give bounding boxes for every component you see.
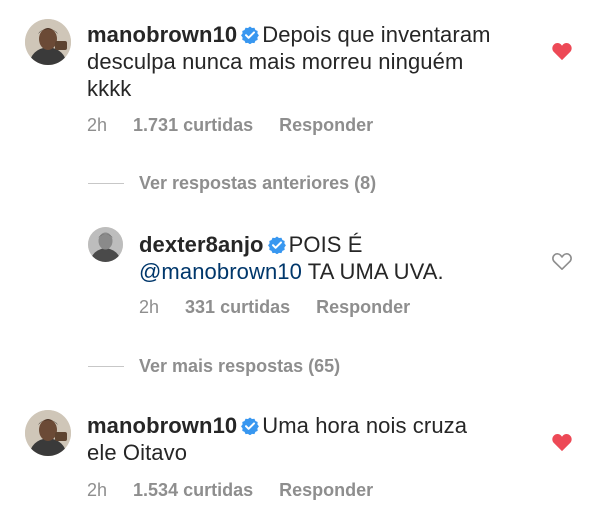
comment-time: 2h bbox=[87, 115, 108, 135]
comment-text-line: Uma hora nois cruza bbox=[262, 413, 468, 438]
likes-count-button[interactable]: 1.731 curtidas bbox=[133, 115, 253, 136]
comment-username[interactable]: manobrown10 bbox=[87, 413, 237, 438]
comment-text-line: Depois que inventaram bbox=[262, 22, 491, 47]
verified-badge-icon bbox=[241, 26, 260, 44]
comment-text-line: kkkk bbox=[87, 76, 132, 101]
comment-meta: 2h 1.731 curtidas Responder bbox=[87, 115, 373, 136]
likes-count-button[interactable]: 1.534 curtidas bbox=[133, 480, 253, 501]
comment-time: 2h bbox=[139, 297, 160, 317]
reply-button[interactable]: Responder bbox=[316, 297, 410, 318]
comment-text-line: POIS É bbox=[288, 232, 363, 257]
comment-text-line: ele Oitavo bbox=[87, 440, 188, 465]
avatar[interactable] bbox=[88, 227, 123, 262]
comment-text-line: TA UMA UVA. bbox=[301, 259, 444, 284]
heart-outline-icon[interactable] bbox=[551, 251, 573, 271]
verified-badge-icon bbox=[267, 236, 286, 254]
heart-filled-icon[interactable] bbox=[551, 432, 573, 452]
thread-divider bbox=[88, 366, 124, 367]
thread-divider bbox=[88, 183, 124, 184]
view-previous-replies-button[interactable]: Ver respostas anteriores (8) bbox=[139, 173, 376, 194]
comment-meta: 2h 331 curtidas Responder bbox=[139, 297, 410, 318]
reply-button[interactable]: Responder bbox=[279, 480, 373, 501]
comment-username[interactable]: manobrown10 bbox=[87, 22, 237, 47]
heart-filled-icon[interactable] bbox=[551, 41, 573, 61]
verified-badge-icon bbox=[241, 417, 260, 435]
comment-text-line: desculpa nunca mais morreu ninguém bbox=[87, 49, 464, 74]
likes-count-button[interactable]: 331 curtidas bbox=[185, 297, 290, 318]
comment-username[interactable]: dexter8anjo bbox=[139, 232, 264, 257]
view-more-replies-button[interactable]: Ver mais respostas (65) bbox=[139, 356, 340, 377]
comment-meta: 2h 1.534 curtidas Responder bbox=[87, 480, 373, 501]
avatar[interactable] bbox=[25, 19, 71, 65]
mention-link[interactable]: @manobrown10 bbox=[139, 259, 302, 284]
comment-time: 2h bbox=[87, 480, 108, 500]
reply-button[interactable]: Responder bbox=[279, 115, 373, 136]
avatar[interactable] bbox=[25, 410, 71, 456]
